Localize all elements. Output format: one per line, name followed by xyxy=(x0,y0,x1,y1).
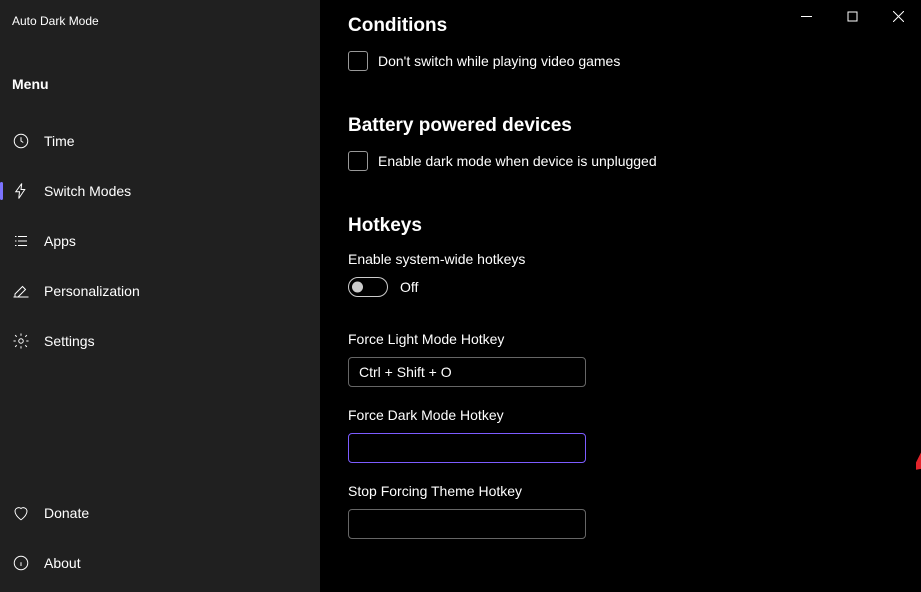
window-controls xyxy=(783,0,921,32)
sidebar-item-label: Donate xyxy=(44,505,89,521)
sidebar-item-label: Switch Modes xyxy=(44,183,131,199)
minimize-button[interactable] xyxy=(783,0,829,32)
sidebar-item-about[interactable]: About xyxy=(0,538,320,588)
menu-heading: Menu xyxy=(0,28,320,116)
sidebar-item-switch-modes[interactable]: Switch Modes xyxy=(0,166,320,216)
force-light-label: Force Light Mode Hotkey xyxy=(348,331,893,347)
sidebar-item-donate[interactable]: Donate xyxy=(0,488,320,538)
app-title: Auto Dark Mode xyxy=(0,10,320,28)
force-dark-label: Force Dark Mode Hotkey xyxy=(348,407,893,423)
sidebar-item-label: Apps xyxy=(44,233,76,249)
checkbox-unplugged[interactable] xyxy=(348,151,368,171)
force-dark-input[interactable] xyxy=(348,433,586,463)
settings-panel: Conditions Don't switch while playing vi… xyxy=(320,0,921,559)
toggle-state-label: Off xyxy=(400,279,418,295)
checkbox-row-unplugged: Enable dark mode when device is unplugge… xyxy=(348,151,893,171)
main-content: Conditions Don't switch while playing vi… xyxy=(320,0,921,592)
sidebar-item-label: Personalization xyxy=(44,283,140,299)
maximize-button[interactable] xyxy=(829,0,875,32)
enable-hotkeys-label: Enable system-wide hotkeys xyxy=(348,251,893,267)
checkbox-label: Don't switch while playing video games xyxy=(378,53,620,69)
lightning-icon xyxy=(12,182,30,200)
section-heading-hotkeys: Hotkeys xyxy=(348,215,893,237)
nav-bottom: Donate About xyxy=(0,488,320,592)
checkbox-video-games[interactable] xyxy=(348,51,368,71)
sidebar-item-settings[interactable]: Settings xyxy=(0,316,320,366)
clock-icon xyxy=(12,132,30,150)
sidebar-item-label: Time xyxy=(44,133,75,149)
edit-icon xyxy=(12,282,30,300)
sidebar-item-label: About xyxy=(44,555,81,571)
gear-icon xyxy=(12,332,30,350)
section-heading-battery: Battery powered devices xyxy=(348,115,893,137)
sidebar: Auto Dark Mode Menu Time Switch Modes Ap… xyxy=(0,0,320,592)
checkbox-row-video-games: Don't switch while playing video games xyxy=(348,51,893,71)
sidebar-item-personalization[interactable]: Personalization xyxy=(0,266,320,316)
checkbox-label: Enable dark mode when device is unplugge… xyxy=(378,153,657,169)
toggle-row-hotkeys: Off xyxy=(348,277,893,297)
stop-forcing-label: Stop Forcing Theme Hotkey xyxy=(348,483,893,499)
sidebar-item-label: Settings xyxy=(44,333,95,349)
nav-list: Time Switch Modes Apps Personalization S xyxy=(0,116,320,592)
sidebar-item-apps[interactable]: Apps xyxy=(0,216,320,266)
toggle-enable-hotkeys[interactable] xyxy=(348,277,388,297)
stop-forcing-input[interactable] xyxy=(348,509,586,539)
close-button[interactable] xyxy=(875,0,921,32)
force-light-input[interactable] xyxy=(348,357,586,387)
heart-icon xyxy=(12,504,30,522)
sidebar-item-time[interactable]: Time xyxy=(0,116,320,166)
info-icon xyxy=(12,554,30,572)
list-icon xyxy=(12,232,30,250)
